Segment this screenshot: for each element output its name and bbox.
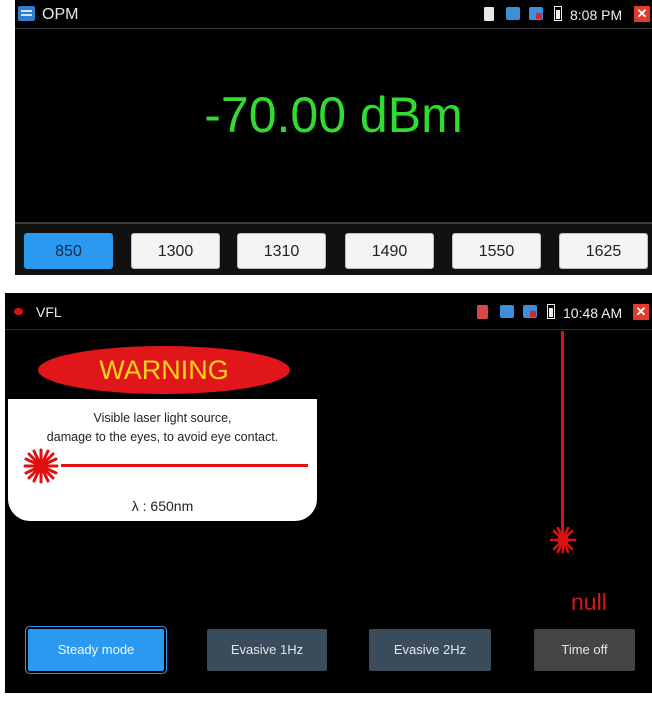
sd-card-icon (484, 7, 494, 21)
laser-app-icon (14, 308, 23, 315)
close-icon[interactable]: ✕ (633, 304, 649, 320)
wavelength-selector: 850 1300 1310 1490 1550 1625 (15, 222, 652, 275)
app-title: OPM (42, 6, 79, 23)
clock: 8:08 PM (570, 7, 623, 23)
warning-text-line-1: Visible laser light source, (93, 411, 232, 425)
laser-beam-vertical (561, 331, 564, 539)
sim-icon (529, 7, 543, 20)
wavelength-button-1310[interactable]: 1310 (237, 233, 326, 269)
laser-burst-icon (23, 448, 59, 484)
usb-icon (500, 305, 514, 318)
wavelength-button-850[interactable]: 850 (24, 233, 113, 269)
evasive-2hz-button[interactable]: Evasive 2Hz (369, 629, 491, 671)
vfl-screen: VFL 10:48 AM ✕ WARNING Visible laser lig… (5, 293, 652, 693)
laser-spot-icon (549, 526, 577, 554)
usb-icon (506, 7, 520, 20)
steady-mode-button[interactable]: Steady mode (28, 629, 164, 671)
warning-banner: WARNING (38, 346, 290, 394)
time-off-button[interactable]: Time off (534, 629, 635, 671)
laser-beam-horizontal (61, 464, 308, 467)
wavelength-button-1490[interactable]: 1490 (345, 233, 434, 269)
battery-icon (547, 304, 555, 319)
wavelength-button-1625[interactable]: 1625 (559, 233, 648, 269)
app-icon (18, 6, 35, 21)
opm-screen: OPM 8:08 PM ✕ -70.00 dBm 850 1300 1310 1… (15, 0, 652, 275)
status-value: null (571, 589, 607, 615)
status-bar: OPM 8:08 PM ✕ (15, 0, 652, 29)
wavelength-button-1300[interactable]: 1300 (131, 233, 220, 269)
battery-icon (554, 6, 562, 21)
app-title: VFL (36, 304, 62, 320)
warning-text-line-2: damage to the eyes, to avoid eye contact… (46, 430, 279, 444)
wavelength-label: λ : 650nm (131, 498, 194, 514)
status-bar: VFL 10:48 AM ✕ (5, 293, 652, 330)
sim-icon (523, 305, 537, 318)
power-reading: -70.00 dBm (204, 87, 463, 143)
evasive-1hz-button[interactable]: Evasive 1Hz (207, 629, 327, 671)
memory-icon (477, 305, 488, 319)
wavelength-button-1550[interactable]: 1550 (452, 233, 541, 269)
close-icon[interactable]: ✕ (634, 6, 650, 22)
clock: 10:48 AM (563, 305, 623, 321)
